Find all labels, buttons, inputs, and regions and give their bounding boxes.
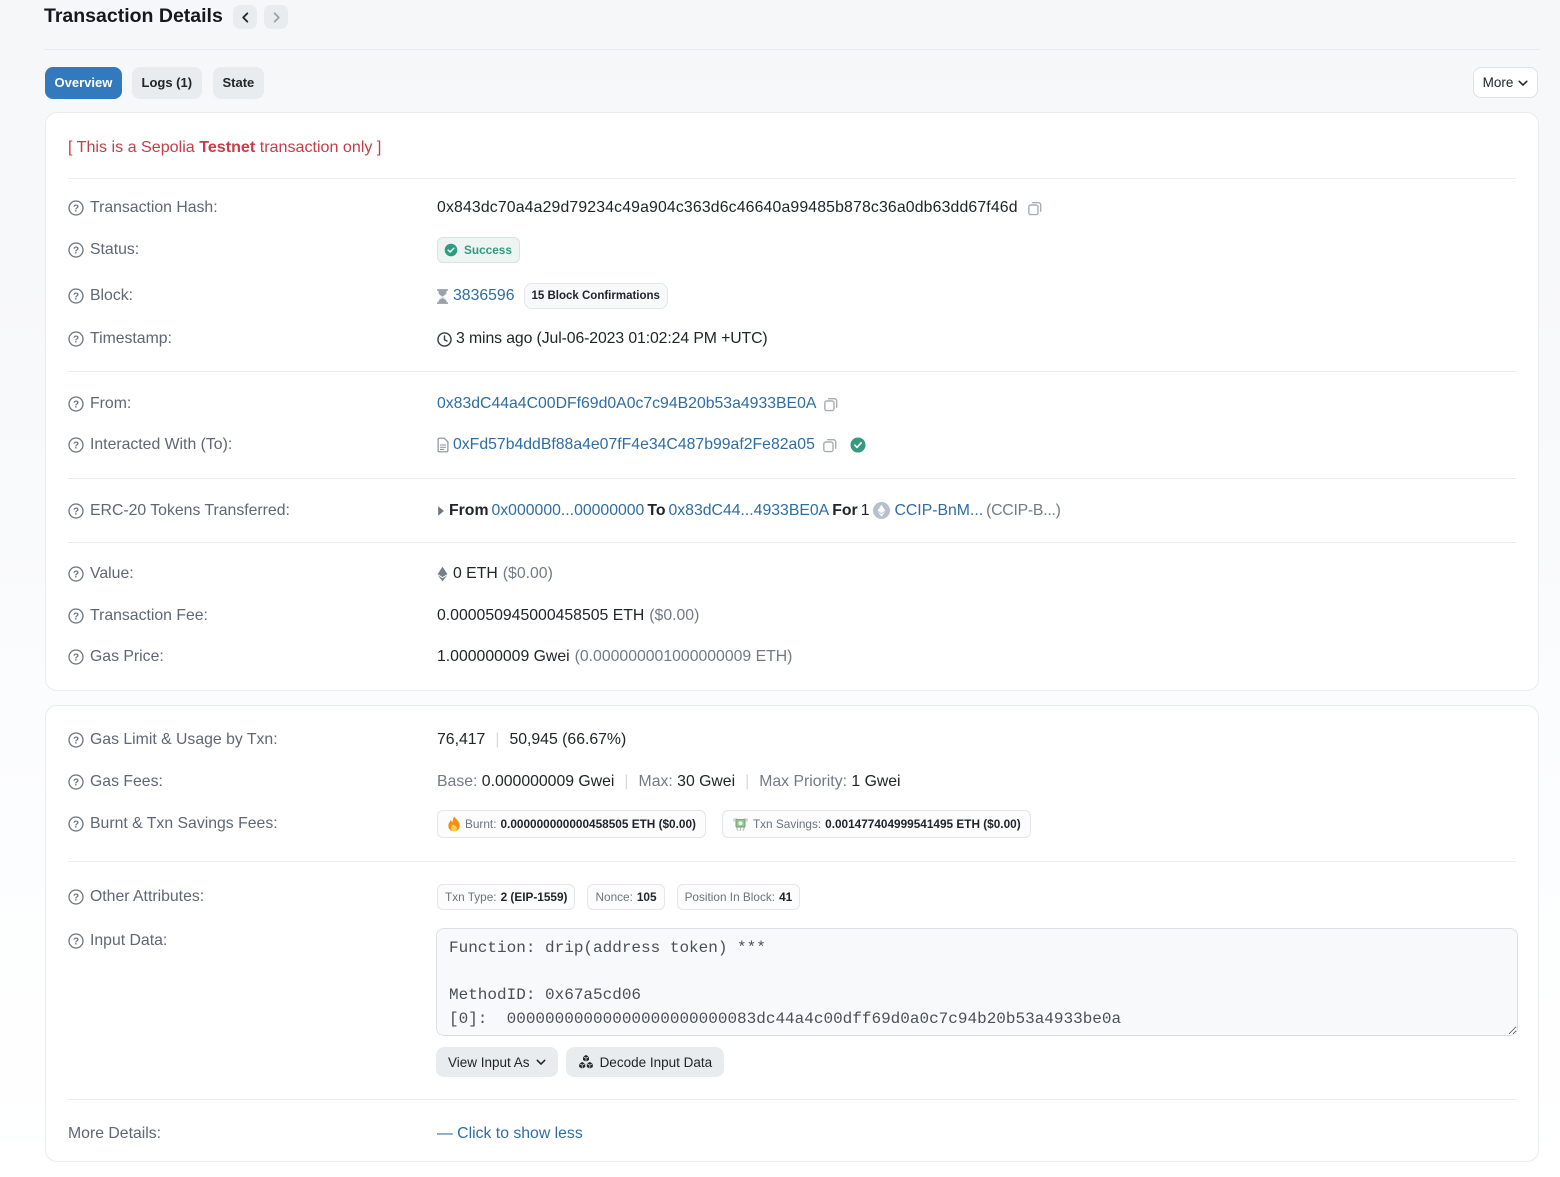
svg-text:?: ? [73,441,79,452]
svg-text:?: ? [73,400,79,411]
svg-text:?: ? [73,204,79,215]
svg-text:?: ? [73,506,79,517]
svg-text:?: ? [73,893,79,904]
svg-text:?: ? [73,570,79,581]
svg-text:?: ? [73,292,79,303]
svg-text:?: ? [73,937,79,948]
svg-text:?: ? [73,335,79,346]
svg-text:?: ? [73,653,79,664]
svg-text:?: ? [73,736,79,747]
svg-text:?: ? [73,778,79,789]
svg-text:?: ? [73,246,79,257]
svg-text:?: ? [73,612,79,623]
svg-text:?: ? [73,820,79,831]
